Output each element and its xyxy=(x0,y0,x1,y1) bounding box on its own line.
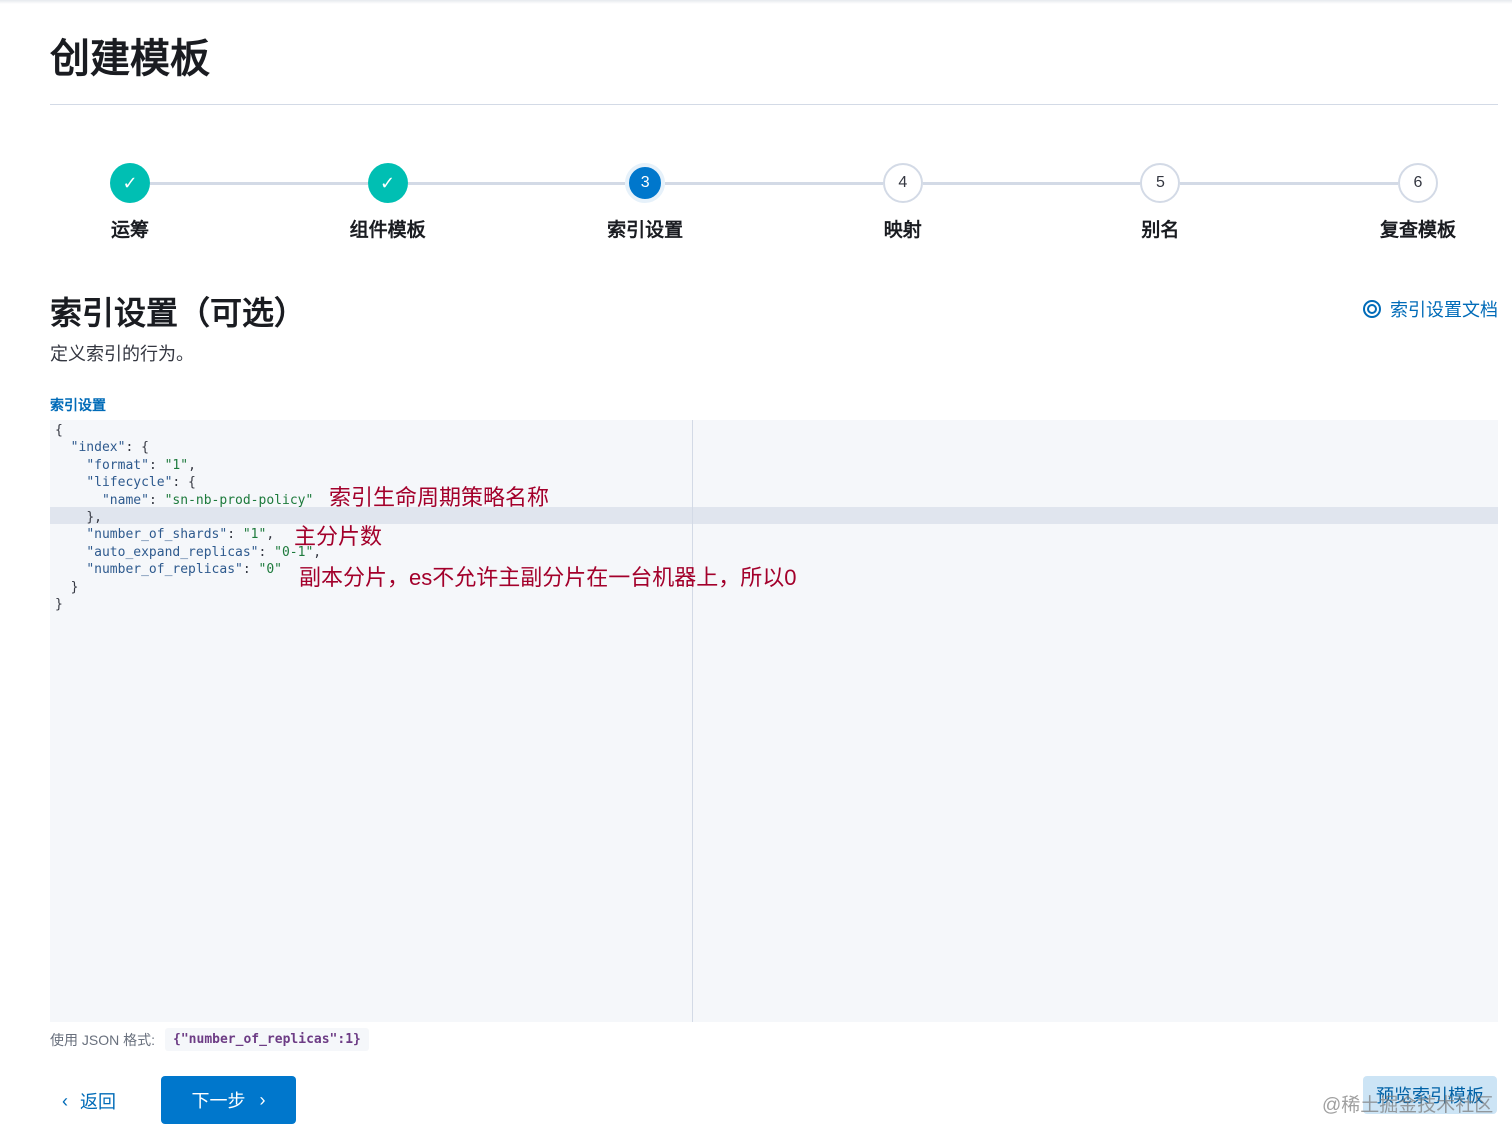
code-k: "number_of_shards" xyxy=(86,527,228,543)
code-i xyxy=(55,562,86,577)
code-line: "name": "sn-nb-prod-policy" xyxy=(55,492,321,509)
back-button[interactable]: ‹ 返回 xyxy=(62,1088,116,1114)
step-6[interactable]: 6 复查模板 xyxy=(1338,163,1498,242)
help-lifebuoy-icon xyxy=(1363,300,1381,318)
step-label: 映射 xyxy=(883,220,922,241)
field-label: 索引设置 xyxy=(50,397,106,413)
step-number: 6 xyxy=(1398,163,1438,203)
docs-link[interactable]: 索引设置文档 xyxy=(1362,296,1498,322)
check-icon: ✓ xyxy=(367,163,408,203)
step-5[interactable]: 5 别名 xyxy=(1080,163,1240,242)
code-p: { xyxy=(55,423,63,438)
code-v: "1" xyxy=(164,457,189,473)
back-label: 返回 xyxy=(80,1092,116,1112)
code-t: , xyxy=(266,527,275,543)
code-k: "auto_expand_replicas" xyxy=(86,544,259,560)
docs-link-label: 索引设置文档 xyxy=(1390,300,1498,320)
code-i xyxy=(55,458,86,473)
code-line: } xyxy=(55,579,321,596)
code-line: "number_of_replicas": "0" xyxy=(55,561,321,578)
step-label: 运筹 xyxy=(110,220,149,241)
code-p: }, xyxy=(86,509,102,525)
code-k: "format" xyxy=(86,457,149,473)
code-line: "index": { xyxy=(55,439,321,456)
code-i xyxy=(55,527,86,542)
annotation-lifecycle: 索引生命周期策略名称 xyxy=(329,485,550,510)
step-label: 索引设置 xyxy=(607,220,684,241)
next-button[interactable]: 下一步 › xyxy=(161,1076,296,1124)
step-label: 别名 xyxy=(1141,220,1180,241)
code-line: } xyxy=(55,596,321,613)
step-label: 组件模板 xyxy=(349,220,426,241)
code-i xyxy=(55,440,71,455)
help-label: 使用 JSON 格式: xyxy=(50,1031,156,1048)
code-line: "lifecycle": { xyxy=(55,474,321,491)
section-description: 定义索引的行为。 xyxy=(50,344,194,364)
code-v: "sn-nb-prod-policy" xyxy=(164,492,314,508)
section-title: 索引设置（可选） xyxy=(50,295,307,331)
print-margin xyxy=(692,420,693,1022)
step-3[interactable]: 3 索引设置 xyxy=(565,163,725,242)
next-label: 下一步 xyxy=(191,1091,246,1111)
code-v: "1" xyxy=(242,527,267,543)
code-p: } xyxy=(70,579,79,595)
chevron-right-icon: › xyxy=(259,1089,266,1110)
help-example: {"number_of_replicas":1} xyxy=(165,1028,369,1051)
step-2[interactable]: ✓ 组件模板 xyxy=(308,163,468,242)
step-number: 4 xyxy=(882,163,923,203)
code-i xyxy=(55,510,86,525)
check-icon: ✓ xyxy=(110,163,150,203)
step-1[interactable]: ✓ 运筹 xyxy=(50,163,210,242)
code-i xyxy=(55,580,71,595)
chevron-left-icon: ‹ xyxy=(62,1090,68,1111)
json-code-editor[interactable]: { "index": { "format": "1", "lifecycle":… xyxy=(50,420,1498,1022)
page-title: 创建模板 xyxy=(50,37,210,81)
code-content[interactable]: { "index": { "format": "1", "lifecycle":… xyxy=(55,422,321,613)
annotation-replicas: 副本分片，es不允许主副分片在一台机器上，所以0 xyxy=(299,565,797,590)
stepper: ✓ 运筹 ✓ 组件模板 3 索引设置 4 映射 5 别名 6 复查模板 xyxy=(50,163,1498,243)
code-p2: : { xyxy=(125,440,149,456)
divider xyxy=(50,104,1498,105)
code-line: }, xyxy=(55,509,321,526)
code-line: { xyxy=(55,422,321,439)
code-line: "format": "1", xyxy=(55,457,321,474)
code-k: "number_of_replicas" xyxy=(86,562,243,578)
code-p2: : { xyxy=(172,475,196,491)
code-k: "index" xyxy=(70,440,126,456)
step-label: 复查模板 xyxy=(1379,220,1456,241)
step-number: 5 xyxy=(1140,163,1181,203)
help-text: 使用 JSON 格式: {"number_of_replicas":1} xyxy=(50,1028,369,1051)
code-k: "name" xyxy=(101,492,149,508)
code-line: "number_of_shards": "1", xyxy=(55,526,321,543)
top-shadow xyxy=(0,0,1512,4)
code-line: "auto_expand_replicas": "0-1", xyxy=(55,544,321,561)
step-4[interactable]: 4 映射 xyxy=(823,163,983,242)
code-i xyxy=(55,493,102,508)
code-p: } xyxy=(55,596,63,612)
code-i xyxy=(55,475,86,490)
annotation-shards: 主分片数 xyxy=(294,524,383,549)
step-number: 3 xyxy=(625,163,666,203)
code-t: , xyxy=(188,457,196,473)
watermark: @稀土掘金技术社区 xyxy=(1322,1095,1494,1116)
code-v: "0" xyxy=(258,562,282,578)
code-k: "lifecycle" xyxy=(86,475,173,491)
code-i xyxy=(55,545,86,560)
